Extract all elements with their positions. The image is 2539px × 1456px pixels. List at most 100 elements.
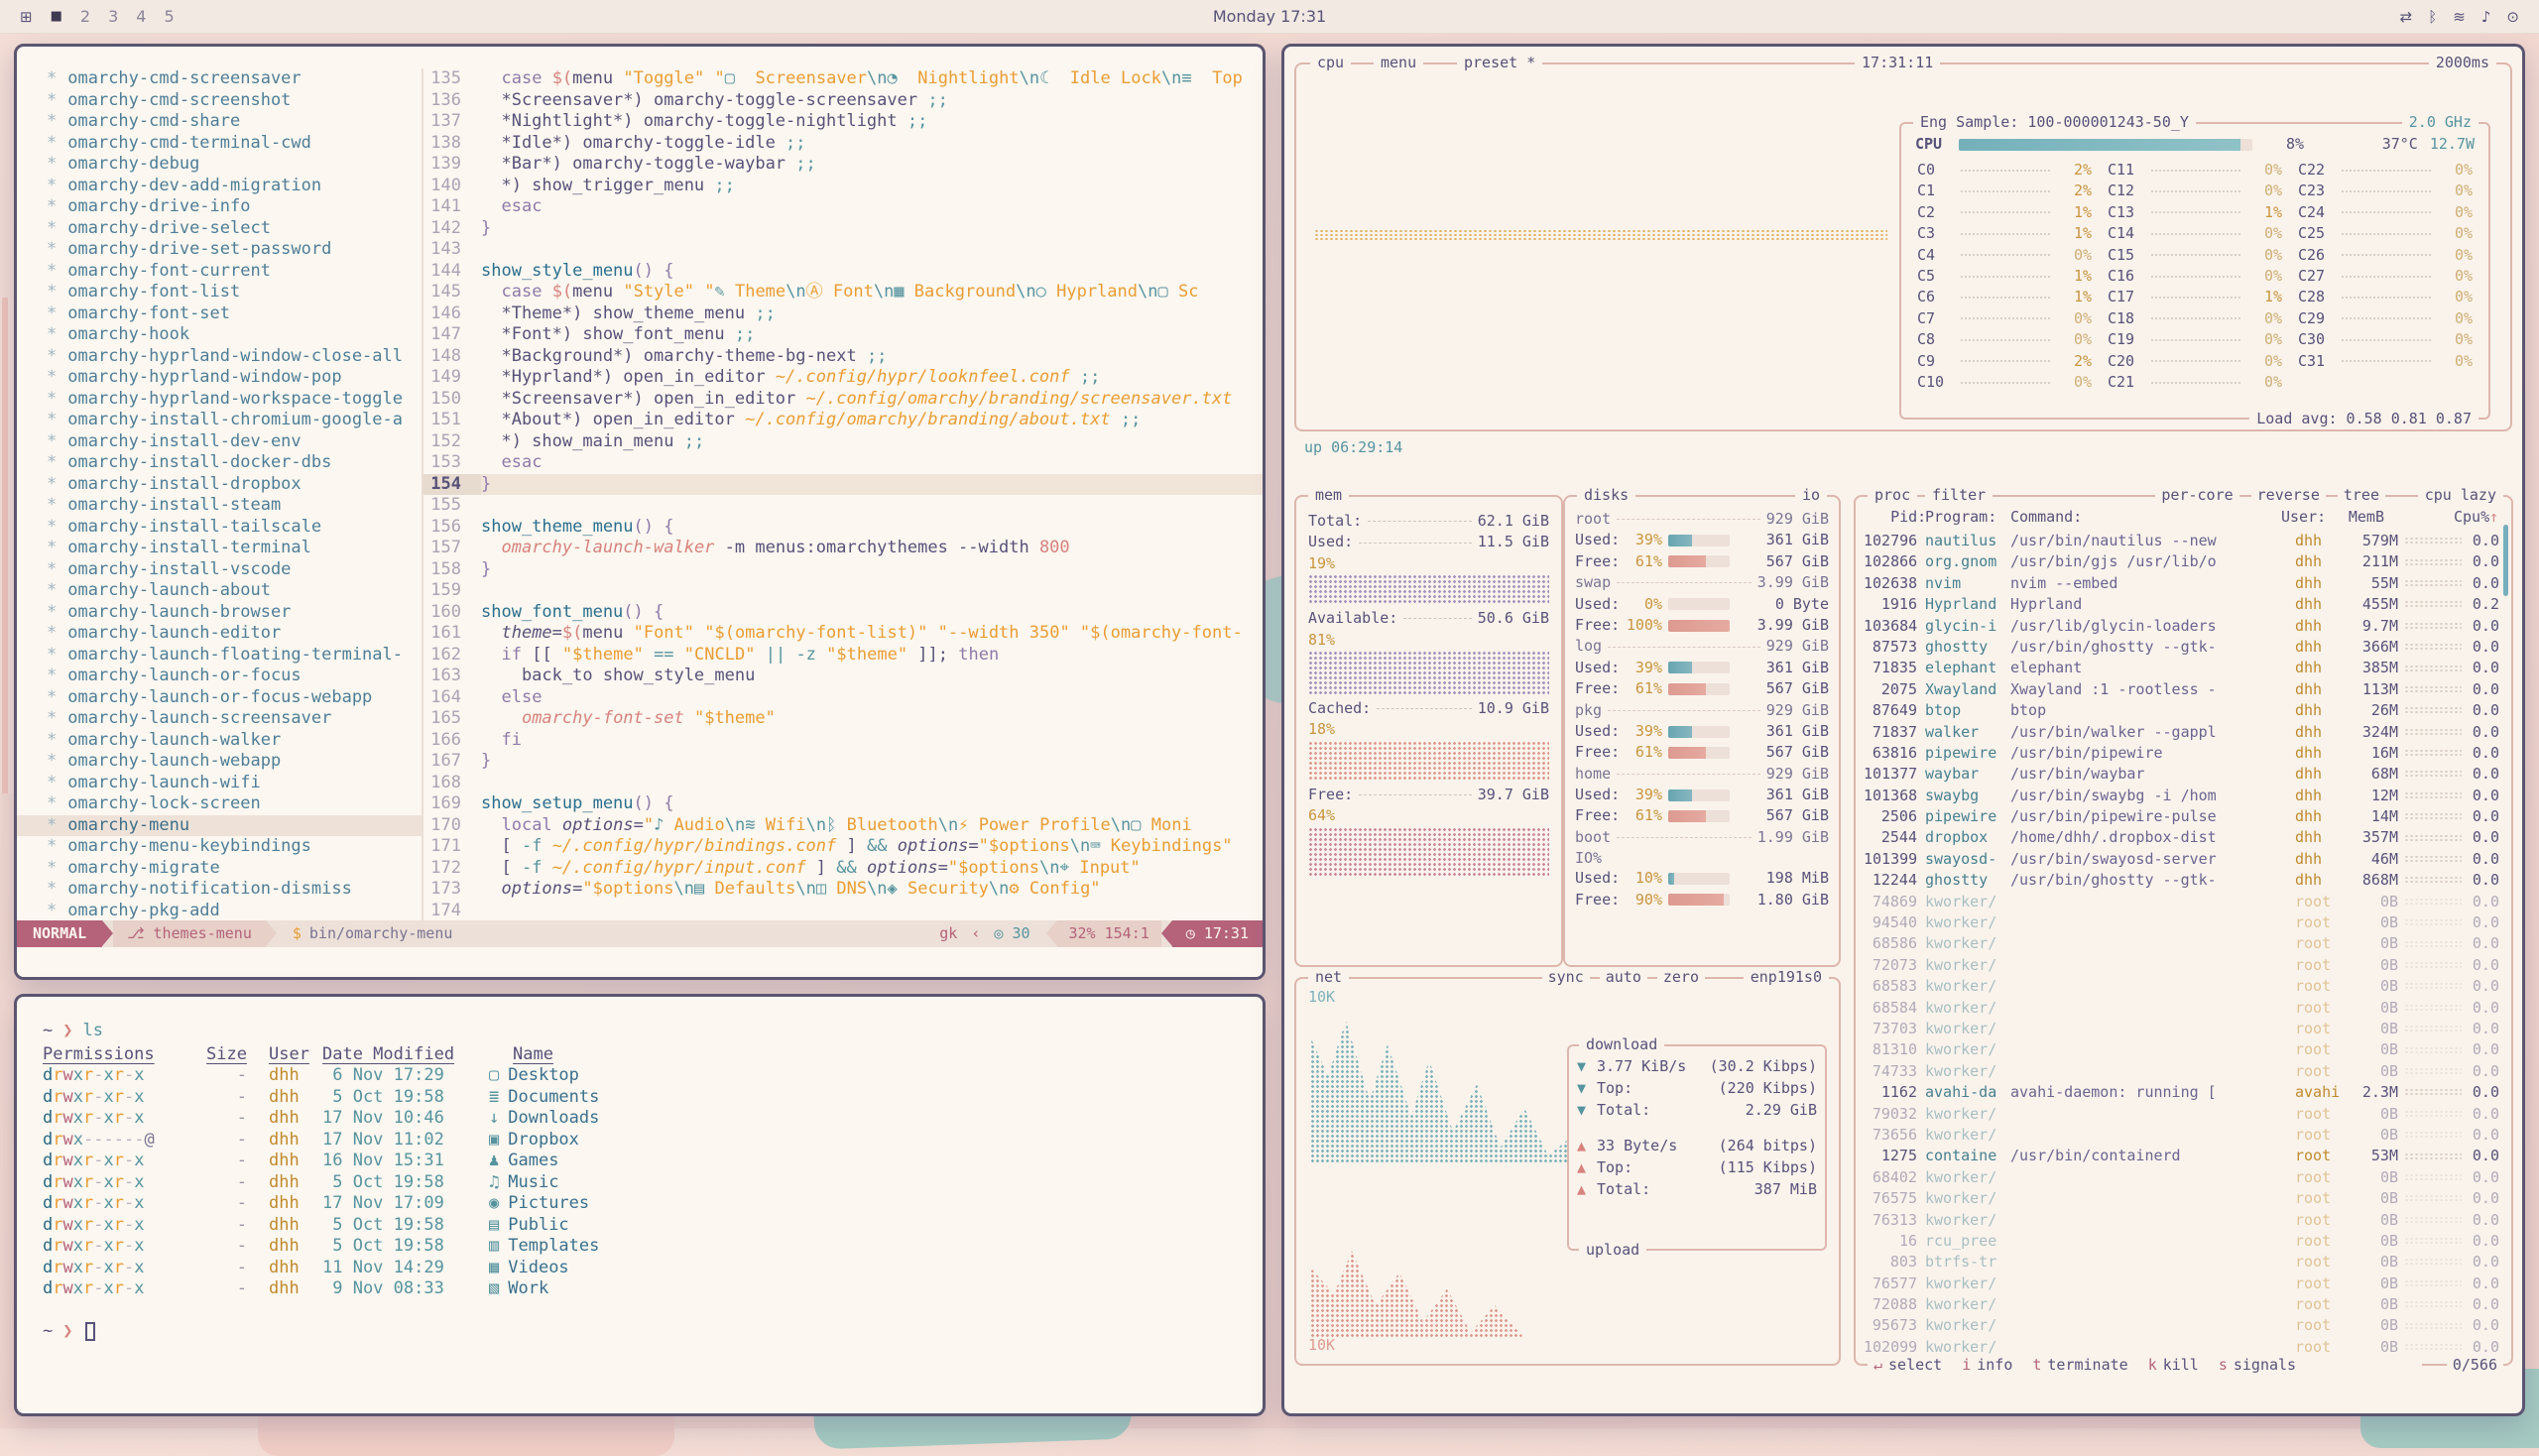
- file-row[interactable]: drwx------@-dhh17 Nov 11:02▣Dropbox: [43, 1130, 1263, 1152]
- menu-button[interactable]: menu: [1374, 53, 1423, 73]
- workspace-5[interactable]: 5: [164, 7, 174, 26]
- col-program[interactable]: Program:: [1925, 507, 2010, 531]
- process-row[interactable]: 102866org.gnom/usr/bin/gjs /usr/lib/odhh…: [1864, 551, 2503, 572]
- file-row[interactable]: drwxr-xr-x-dhh 5 Oct 19:58▤Public: [43, 1215, 1263, 1237]
- terminal-window[interactable]: ~❯ls PermissionsSizeUserDate ModifiedNam…: [14, 994, 1266, 1416]
- file-item[interactable]: *omarchy-cmd-share: [17, 111, 422, 133]
- file-item[interactable]: *omarchy-hyprland-window-pop: [17, 367, 422, 389]
- file-item[interactable]: *omarchy-font-current: [17, 261, 422, 283]
- footer-select-button[interactable]: ↵select: [1874, 1355, 1942, 1376]
- process-row[interactable]: 12244ghostty/usr/bin/ghostty --gtk-dhh86…: [1864, 870, 2503, 891]
- process-row[interactable]: 76575kworker/root0B0.0: [1864, 1188, 2503, 1209]
- process-row[interactable]: 1916HyprlandHyprlanddhh455M0.2: [1864, 594, 2503, 615]
- process-row[interactable]: 71835elephantelephantdhh385M0.0: [1864, 658, 2503, 678]
- workspace-active-indicator[interactable]: ■: [51, 9, 62, 24]
- net-box-title[interactable]: net: [1308, 967, 1349, 988]
- editor-window[interactable]: *omarchy-cmd-screensaver*omarchy-cmd-scr…: [14, 44, 1266, 980]
- process-row[interactable]: 2544dropbox/home/dhh/.dropbox-distdhh357…: [1864, 827, 2503, 848]
- network-icon[interactable]: ⇄: [2400, 8, 2413, 26]
- process-row[interactable]: 71837walker/usr/bin/walker --gappldhh324…: [1864, 722, 2503, 743]
- col-pid[interactable]: Pid:: [1864, 507, 1925, 531]
- file-item[interactable]: *omarchy-hyprland-window-close-all: [17, 346, 422, 368]
- workspace-3[interactable]: 3: [108, 7, 118, 26]
- code-area[interactable]: 135 case $(menu "Toggle" "▢ Screensaver\…: [423, 68, 1263, 920]
- process-row[interactable]: 73703kworker/root0B0.0: [1864, 1019, 2503, 1039]
- proc-option-reverse[interactable]: reverse: [2251, 485, 2326, 506]
- file-item[interactable]: *omarchy-hook: [17, 324, 422, 346]
- process-row[interactable]: 2506pipewire/usr/bin/pipewire-pulsedhh14…: [1864, 806, 2503, 827]
- net-mode-sync[interactable]: sync: [1542, 967, 1590, 988]
- file-item[interactable]: *omarchy-lock-screen: [17, 793, 422, 815]
- bluetooth-icon[interactable]: ᛒ: [2428, 8, 2437, 26]
- file-item[interactable]: *omarchy-launch-screensaver: [17, 708, 422, 730]
- disks-io-toggle[interactable]: io: [1795, 485, 1827, 506]
- process-row[interactable]: 68583kworker/root0B0.0: [1864, 976, 2503, 997]
- file-item[interactable]: *omarchy-notification-dismiss: [17, 879, 422, 901]
- process-row[interactable]: 79032kworker/root0B0.0: [1864, 1104, 2503, 1125]
- process-row[interactable]: 81310kworker/root0B0.0: [1864, 1039, 2503, 1060]
- net-mode-zero[interactable]: zero: [1657, 967, 1705, 988]
- cpu-box-title[interactable]: cpu: [1310, 53, 1351, 73]
- process-row[interactable]: 16rcu_preeroot0B0.0: [1864, 1231, 2503, 1252]
- file-row[interactable]: drwxr-xr-x-dhh 5 Oct 19:58≣Documents: [43, 1087, 1263, 1109]
- file-item[interactable]: *omarchy-launch-about: [17, 580, 422, 602]
- file-item[interactable]: *omarchy-launch-webapp: [17, 751, 422, 773]
- file-item[interactable]: *omarchy-pkg-add: [17, 901, 422, 921]
- proc-option-per-core[interactable]: per-core: [2155, 485, 2238, 506]
- file-item[interactable]: *omarchy-drive-select: [17, 218, 422, 240]
- process-row[interactable]: 101377waybar/usr/bin/waybardhh68M0.0: [1864, 764, 2503, 785]
- process-row[interactable]: 68402kworker/root0B0.0: [1864, 1167, 2503, 1188]
- file-item[interactable]: *omarchy-launch-wifi: [17, 773, 422, 794]
- file-item[interactable]: *omarchy-debug: [17, 154, 422, 176]
- file-item[interactable]: *omarchy-drive-set-password: [17, 239, 422, 261]
- process-row[interactable]: 94540kworker/root0B0.0: [1864, 912, 2503, 933]
- file-row[interactable]: drwxr-xr-x-dhh 5 Oct 19:58♫Music: [43, 1172, 1263, 1194]
- process-row[interactable]: 74869kworker/root0B0.0: [1864, 892, 2503, 912]
- file-row[interactable]: drwxr-xr-x-dhh16 Nov 15:31♟Games: [43, 1151, 1263, 1172]
- process-row[interactable]: 72088kworker/root0B0.0: [1864, 1294, 2503, 1315]
- file-item[interactable]: *omarchy-install-dropbox: [17, 474, 422, 496]
- file-row[interactable]: drwxr-xr-x-dhh 5 Oct 19:58▥Templates: [43, 1236, 1263, 1258]
- file-list[interactable]: *omarchy-cmd-screensaver*omarchy-cmd-scr…: [17, 68, 423, 920]
- proc-scrollbar[interactable]: [2503, 525, 2508, 596]
- process-row[interactable]: 101399swayosd-/usr/bin/swayosd-serverdhh…: [1864, 849, 2503, 870]
- process-row[interactable]: 73656kworker/root0B0.0: [1864, 1125, 2503, 1146]
- proc-option-tree[interactable]: tree: [2338, 485, 2385, 506]
- file-item[interactable]: *omarchy-launch-floating-terminal-: [17, 645, 422, 667]
- col-user[interactable]: User:: [2281, 507, 2335, 531]
- workspace-4[interactable]: 4: [136, 7, 146, 26]
- file-item[interactable]: *omarchy-cmd-terminal-cwd: [17, 133, 422, 155]
- terminal-cursor[interactable]: [85, 1322, 95, 1341]
- file-item[interactable]: *omarchy-font-list: [17, 282, 422, 303]
- file-item[interactable]: *omarchy-install-terminal: [17, 538, 422, 559]
- process-row[interactable]: 102638nvimnvim --embeddhh55M0.0: [1864, 573, 2503, 594]
- filter-button[interactable]: filter: [1925, 485, 1993, 506]
- process-row[interactable]: 102796nautilus/usr/bin/nautilus --newdhh…: [1864, 531, 2503, 551]
- col-mem[interactable]: MemB: [2335, 507, 2384, 531]
- file-item[interactable]: *omarchy-launch-browser: [17, 602, 422, 624]
- file-item[interactable]: *omarchy-font-set: [17, 303, 422, 325]
- file-item[interactable]: *omarchy-install-docker-dbs: [17, 452, 422, 474]
- process-row[interactable]: 68586kworker/root0B0.0: [1864, 933, 2503, 954]
- file-item[interactable]: *omarchy-cmd-screensaver: [17, 68, 422, 90]
- workspace-2[interactable]: 2: [80, 7, 90, 26]
- btop-window[interactable]: cpu menu preset * 17:31:11 2000ms Eng Sa…: [1281, 44, 2525, 1416]
- col-command[interactable]: Command:: [2010, 507, 2281, 531]
- process-row[interactable]: 101368swaybg/usr/bin/swaybg -i /homdhh12…: [1864, 786, 2503, 806]
- file-item[interactable]: *omarchy-menu: [17, 815, 422, 837]
- preset-button[interactable]: preset *: [1457, 53, 1542, 73]
- file-item[interactable]: *omarchy-launch-editor: [17, 623, 422, 645]
- file-row[interactable]: drwxr-xr-x-dhh 9 Nov 08:33▧Work: [43, 1278, 1263, 1300]
- file-item[interactable]: *omarchy-install-steam: [17, 495, 422, 517]
- file-item[interactable]: *omarchy-install-vscode: [17, 559, 422, 581]
- process-row[interactable]: 103684glycin-i/usr/lib/glycin-loadersdhh…: [1864, 616, 2503, 637]
- file-item[interactable]: *omarchy-cmd-screenshot: [17, 90, 422, 112]
- wifi-icon[interactable]: ≋: [2453, 8, 2466, 26]
- file-item[interactable]: *omarchy-install-dev-env: [17, 431, 422, 453]
- file-item[interactable]: *omarchy-launch-walker: [17, 730, 422, 752]
- proc-box-title[interactable]: proc: [1868, 485, 1917, 506]
- file-item[interactable]: *omarchy-dev-add-migration: [17, 176, 422, 197]
- volume-icon[interactable]: ♪: [2481, 8, 2491, 26]
- sort-selector[interactable]: cpu lazy: [2418, 485, 2503, 506]
- process-row[interactable]: 72073kworker/root0B0.0: [1864, 955, 2503, 976]
